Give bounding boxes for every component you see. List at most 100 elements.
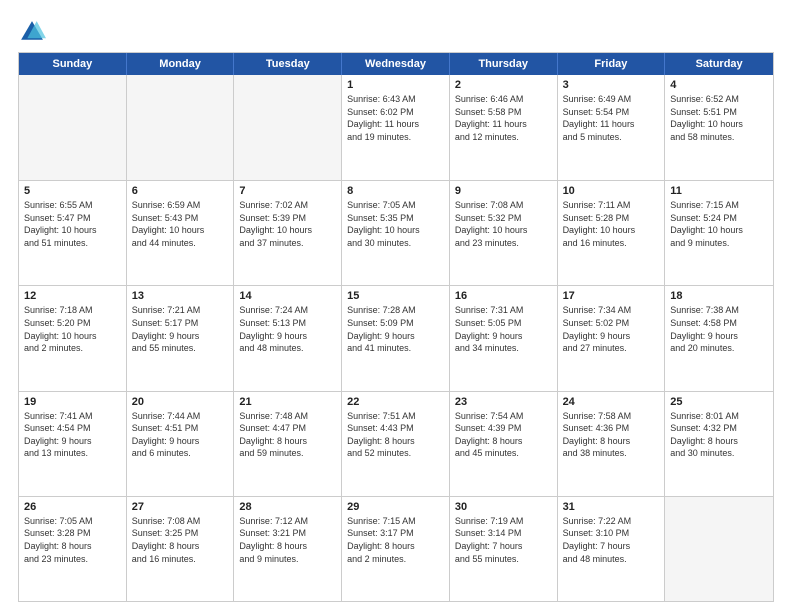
cell-info: Sunrise: 6:59 AM Sunset: 5:43 PM Dayligh… (132, 199, 229, 249)
calendar-cell-20: 20Sunrise: 7:44 AM Sunset: 4:51 PM Dayli… (127, 392, 235, 496)
page: SundayMondayTuesdayWednesdayThursdayFrid… (0, 0, 792, 612)
cell-info: Sunrise: 6:55 AM Sunset: 5:47 PM Dayligh… (24, 199, 121, 249)
day-number: 22 (347, 396, 444, 408)
calendar-cell-29: 29 Sunrise: 7:15 AM Sunset: 3:17 PM Dayli… (342, 497, 450, 601)
cell-info: Sunrise: 7:24 AM Sunset: 5:13 PM Dayligh… (239, 304, 336, 354)
day-number: 21 (239, 396, 336, 408)
cell-info: Sunrise: 6:46 AM Sunset: 5:58 PM Dayligh… (455, 93, 552, 143)
calendar-cell-26: 26Sunrise: 7:05 AM Sunset: 3:28 PM Dayli… (19, 497, 127, 601)
day-number: 16 (455, 290, 552, 302)
day-number: 2 (455, 79, 552, 91)
calendar-cell-empty (127, 75, 235, 180)
calendar-cell-9: 9Sunrise: 7:08 AM Sunset: 5:32 PM Daylig… (450, 181, 558, 285)
calendar-cell-19: 19 Sunrise: 7:41 AM Sunset: 4:54 PM Dayli… (19, 392, 127, 496)
day-number: 20 (132, 396, 229, 408)
calendar-cell-empty (234, 75, 342, 180)
cell-info: Sunrise: 7:54 AM Sunset: 4:39 PM Dayligh… (455, 410, 552, 460)
day-number: 17 (563, 290, 660, 302)
header (18, 18, 774, 46)
calendar-cell-8: 8Sunrise: 7:05 AM Sunset: 5:35 PM Daylig… (342, 181, 450, 285)
calendar-cell-16: 16 Sunrise: 7:31 AM Sunset: 5:05 PM Dayli… (450, 286, 558, 390)
cell-info: Sunrise: 7:11 AM Sunset: 5:28 PM Dayligh… (563, 199, 660, 249)
day-number: 18 (670, 290, 768, 302)
header-day-tuesday: Tuesday (234, 53, 342, 75)
day-number: 19 (24, 396, 121, 408)
calendar-row-0: 1Sunrise: 6:43 AM Sunset: 6:02 PM Daylig… (19, 75, 773, 180)
cell-info: Sunrise: 7:58 AM Sunset: 4:36 PM Dayligh… (563, 410, 660, 460)
cell-info: Sunrise: 7:05 AM Sunset: 5:35 PM Dayligh… (347, 199, 444, 249)
cell-info: Sunrise: 7:19 AM Sunset: 3:14 PM Dayligh… (455, 515, 552, 565)
day-number: 4 (670, 79, 768, 91)
day-number: 6 (132, 185, 229, 197)
calendar-cell-24: 24 Sunrise: 7:58 AM Sunset: 4:36 PM Dayli… (558, 392, 666, 496)
day-number: 14 (239, 290, 336, 302)
cell-info: Sunrise: 7:22 AM Sunset: 3:10 PM Dayligh… (563, 515, 660, 565)
calendar-body: 1Sunrise: 6:43 AM Sunset: 6:02 PM Daylig… (19, 75, 773, 601)
calendar-row-1: 5 Sunrise: 6:55 AM Sunset: 5:47 PM Daylig… (19, 180, 773, 285)
calendar-cell-22: 22 Sunrise: 7:51 AM Sunset: 4:43 PM Dayli… (342, 392, 450, 496)
day-number: 1 (347, 79, 444, 91)
header-day-sunday: Sunday (19, 53, 127, 75)
cell-info: Sunrise: 7:18 AM Sunset: 5:20 PM Dayligh… (24, 304, 121, 354)
day-number: 31 (563, 501, 660, 513)
header-day-saturday: Saturday (665, 53, 773, 75)
cell-info: Sunrise: 7:15 AM Sunset: 5:24 PM Dayligh… (670, 199, 768, 249)
cell-info: Sunrise: 7:34 AM Sunset: 5:02 PM Dayligh… (563, 304, 660, 354)
calendar-row-3: 19 Sunrise: 7:41 AM Sunset: 4:54 PM Dayli… (19, 391, 773, 496)
day-number: 13 (132, 290, 229, 302)
calendar-cell-23: 23 Sunrise: 7:54 AM Sunset: 4:39 PM Dayli… (450, 392, 558, 496)
cell-info: Sunrise: 7:15 AM Sunset: 3:17 PM Dayligh… (347, 515, 444, 565)
cell-info: Sunrise: 7:41 AM Sunset: 4:54 PM Dayligh… (24, 410, 121, 460)
calendar-header: SundayMondayTuesdayWednesdayThursdayFrid… (19, 53, 773, 75)
calendar-cell-25: 25Sunrise: 8:01 AM Sunset: 4:32 PM Dayli… (665, 392, 773, 496)
calendar: SundayMondayTuesdayWednesdayThursdayFrid… (18, 52, 774, 602)
calendar-cell-2: 2 Sunrise: 6:46 AM Sunset: 5:58 PM Daylig… (450, 75, 558, 180)
calendar-cell-21: 21 Sunrise: 7:48 AM Sunset: 4:47 PM Dayli… (234, 392, 342, 496)
cell-info: Sunrise: 7:31 AM Sunset: 5:05 PM Dayligh… (455, 304, 552, 354)
day-number: 24 (563, 396, 660, 408)
calendar-cell-10: 10 Sunrise: 7:11 AM Sunset: 5:28 PM Dayli… (558, 181, 666, 285)
day-number: 3 (563, 79, 660, 91)
cell-info: Sunrise: 7:28 AM Sunset: 5:09 PM Dayligh… (347, 304, 444, 354)
calendar-cell-7: 7Sunrise: 7:02 AM Sunset: 5:39 PM Daylig… (234, 181, 342, 285)
calendar-cell-13: 13 Sunrise: 7:21 AM Sunset: 5:17 PM Dayli… (127, 286, 235, 390)
cell-info: Sunrise: 7:05 AM Sunset: 3:28 PM Dayligh… (24, 515, 121, 565)
calendar-cell-28: 28Sunrise: 7:12 AM Sunset: 3:21 PM Dayli… (234, 497, 342, 601)
day-number: 27 (132, 501, 229, 513)
calendar-cell-11: 11 Sunrise: 7:15 AM Sunset: 5:24 PM Dayli… (665, 181, 773, 285)
cell-info: Sunrise: 7:48 AM Sunset: 4:47 PM Dayligh… (239, 410, 336, 460)
cell-info: Sunrise: 7:51 AM Sunset: 4:43 PM Dayligh… (347, 410, 444, 460)
calendar-cell-empty (19, 75, 127, 180)
cell-info: Sunrise: 7:38 AM Sunset: 4:58 PM Dayligh… (670, 304, 768, 354)
calendar-cell-4: 4 Sunrise: 6:52 AM Sunset: 5:51 PM Daylig… (665, 75, 773, 180)
logo (18, 18, 50, 46)
cell-info: Sunrise: 6:52 AM Sunset: 5:51 PM Dayligh… (670, 93, 768, 143)
day-number: 5 (24, 185, 121, 197)
day-number: 10 (563, 185, 660, 197)
cell-info: Sunrise: 7:21 AM Sunset: 5:17 PM Dayligh… (132, 304, 229, 354)
logo-icon (18, 18, 46, 46)
day-number: 15 (347, 290, 444, 302)
header-day-thursday: Thursday (450, 53, 558, 75)
day-number: 28 (239, 501, 336, 513)
calendar-cell-15: 15 Sunrise: 7:28 AM Sunset: 5:09 PM Dayli… (342, 286, 450, 390)
calendar-cell-5: 5 Sunrise: 6:55 AM Sunset: 5:47 PM Daylig… (19, 181, 127, 285)
day-number: 23 (455, 396, 552, 408)
cell-info: Sunrise: 6:49 AM Sunset: 5:54 PM Dayligh… (563, 93, 660, 143)
calendar-cell-30: 30Sunrise: 7:19 AM Sunset: 3:14 PM Dayli… (450, 497, 558, 601)
header-day-monday: Monday (127, 53, 235, 75)
calendar-cell-14: 14 Sunrise: 7:24 AM Sunset: 5:13 PM Dayli… (234, 286, 342, 390)
calendar-cell-18: 18 Sunrise: 7:38 AM Sunset: 4:58 PM Dayli… (665, 286, 773, 390)
calendar-cell-12: 12Sunrise: 7:18 AM Sunset: 5:20 PM Dayli… (19, 286, 127, 390)
day-number: 29 (347, 501, 444, 513)
calendar-row-4: 26Sunrise: 7:05 AM Sunset: 3:28 PM Dayli… (19, 496, 773, 601)
day-number: 11 (670, 185, 768, 197)
calendar-cell-empty (665, 497, 773, 601)
cell-info: Sunrise: 8:01 AM Sunset: 4:32 PM Dayligh… (670, 410, 768, 460)
header-day-friday: Friday (558, 53, 666, 75)
calendar-cell-27: 27Sunrise: 7:08 AM Sunset: 3:25 PM Dayli… (127, 497, 235, 601)
cell-info: Sunrise: 7:08 AM Sunset: 5:32 PM Dayligh… (455, 199, 552, 249)
calendar-row-2: 12Sunrise: 7:18 AM Sunset: 5:20 PM Dayli… (19, 285, 773, 390)
header-day-wednesday: Wednesday (342, 53, 450, 75)
cell-info: Sunrise: 7:02 AM Sunset: 5:39 PM Dayligh… (239, 199, 336, 249)
